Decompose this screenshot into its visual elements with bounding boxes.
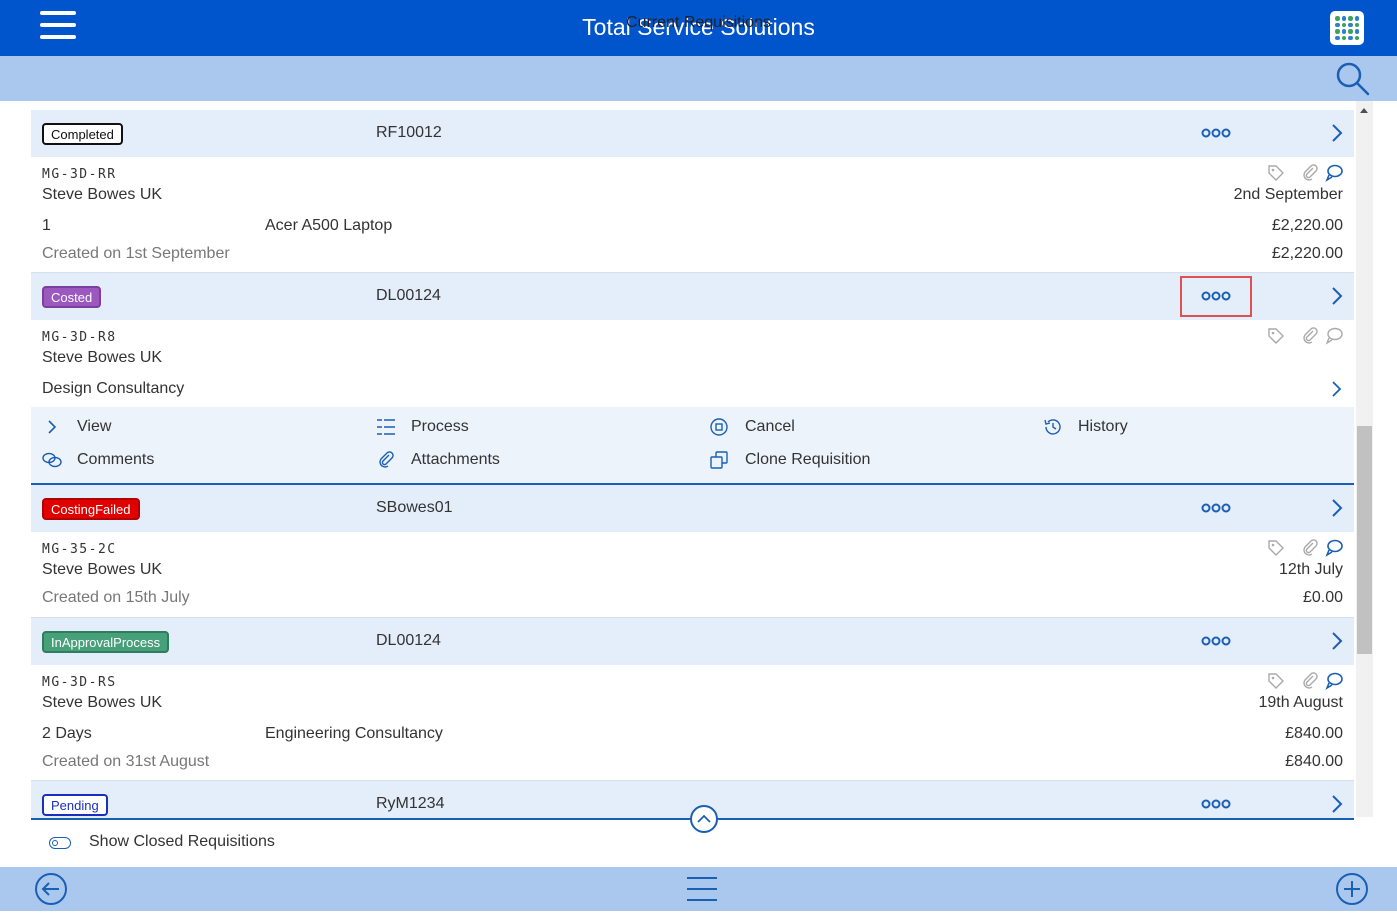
row-indicators bbox=[1244, 326, 1344, 346]
requisition-total: £0.00 bbox=[1302, 589, 1343, 606]
requisition-code: MG-3D-RS bbox=[42, 675, 117, 690]
supplier-name: Steve Bowes UK bbox=[42, 186, 163, 203]
supplier-name: Steve Bowes UK bbox=[42, 349, 163, 366]
show-closed-label: Show Closed Requisitions bbox=[89, 833, 275, 850]
line-quantity: 1 bbox=[42, 217, 51, 234]
line-description: Acer A500 Laptop bbox=[265, 217, 393, 234]
requisition-row-header[interactable]: CostingFailed SBowes01 bbox=[31, 485, 1354, 532]
supplier-name: Steve Bowes UK bbox=[42, 561, 163, 578]
requisition-ref: RyM1234 bbox=[376, 795, 445, 812]
comment-icon bbox=[1324, 326, 1344, 346]
line-total: £840.00 bbox=[1285, 725, 1343, 742]
paperclip-icon bbox=[1300, 326, 1320, 346]
row-indicators bbox=[1244, 163, 1344, 183]
more-options-icon[interactable] bbox=[1191, 794, 1241, 814]
action-menu: View Process Cancel History Comments Att… bbox=[31, 407, 1354, 485]
view-action[interactable]: View bbox=[48, 418, 112, 436]
process-action[interactable]: Process bbox=[377, 418, 469, 436]
view-label: View bbox=[77, 418, 112, 435]
requisition-ref: RF10012 bbox=[376, 124, 442, 141]
clone-requisition-label: Clone Requisition bbox=[745, 451, 871, 468]
requisition-row-header[interactable]: Completed RF10012 bbox=[31, 110, 1354, 157]
requisition-row-header[interactable]: InApprovalProcess DL00124 bbox=[31, 618, 1354, 665]
line-description: Engineering Consultancy bbox=[265, 725, 443, 742]
requisition-row-body[interactable]: MG-3D-RR Steve Bowes UK 2nd September 1 … bbox=[31, 157, 1354, 273]
comment-icon bbox=[1324, 538, 1344, 558]
chevron-right-icon[interactable] bbox=[1327, 629, 1347, 653]
tag-icon bbox=[1266, 538, 1286, 558]
page-subheader bbox=[0, 56, 1397, 101]
list-menu-icon[interactable] bbox=[685, 872, 719, 906]
comments-label: Comments bbox=[77, 451, 155, 468]
chevron-right-icon[interactable] bbox=[1327, 792, 1347, 816]
requisition-total: £840.00 bbox=[1285, 753, 1343, 770]
requisition-code: MG-35-2C bbox=[42, 542, 117, 557]
tag-icon bbox=[1266, 163, 1286, 183]
collapse-up-icon[interactable] bbox=[690, 805, 718, 833]
clone-requisition-action[interactable]: Clone Requisition bbox=[710, 451, 871, 469]
status-badge: Pending bbox=[42, 794, 108, 816]
tag-icon bbox=[1266, 671, 1286, 691]
supplier-name: Steve Bowes UK bbox=[42, 694, 163, 711]
tag-icon bbox=[1266, 326, 1286, 346]
paperclip-icon bbox=[1300, 163, 1320, 183]
back-arrow-icon[interactable] bbox=[34, 872, 68, 906]
scrollbar-thumb[interactable] bbox=[1357, 426, 1372, 654]
attachments-label: Attachments bbox=[411, 451, 500, 468]
requisition-date: 12th July bbox=[1278, 561, 1343, 578]
requisition-list: Completed RF10012 MG-3D-RR Steve Bowes U… bbox=[31, 110, 1354, 828]
paperclip-icon bbox=[1300, 671, 1320, 691]
requisition-row-body[interactable]: MG-35-2C Steve Bowes UK 12th July Create… bbox=[31, 532, 1354, 618]
status-badge: CostingFailed bbox=[42, 498, 140, 520]
created-date: Created on 31st August bbox=[42, 753, 210, 770]
row-indicators bbox=[1244, 538, 1344, 558]
add-icon[interactable] bbox=[1335, 872, 1369, 906]
attachments-action[interactable]: Attachments bbox=[379, 451, 500, 469]
chevron-right-icon[interactable] bbox=[1327, 284, 1347, 308]
history-label: History bbox=[1078, 418, 1128, 435]
requisition-row-body[interactable]: MG-3D-RS Steve Bowes UK 19th August 2 Da… bbox=[31, 665, 1354, 781]
line-quantity: 2 Days bbox=[42, 725, 92, 742]
requisition-row-header[interactable]: Costed DL00124 bbox=[31, 273, 1354, 320]
requisition-row-body[interactable]: MG-3D-R8 Steve Bowes UK Design Consultan… bbox=[31, 320, 1354, 407]
page-title: Current Requisitions bbox=[626, 14, 771, 31]
created-date: Created on 1st September bbox=[42, 245, 230, 262]
chevron-right-icon[interactable] bbox=[1329, 379, 1343, 399]
requisition-code: MG-3D-R8 bbox=[42, 330, 117, 345]
created-date: Created on 15th July bbox=[42, 589, 190, 606]
requisition-code: MG-3D-RR bbox=[42, 167, 117, 182]
cancel-label: Cancel bbox=[745, 418, 795, 435]
requisition-ref: DL00124 bbox=[376, 632, 441, 649]
process-label: Process bbox=[411, 418, 469, 435]
line-description: Design Consultancy bbox=[42, 380, 185, 397]
comments-action[interactable]: Comments bbox=[42, 451, 155, 469]
status-badge: Completed bbox=[42, 123, 123, 145]
cancel-action[interactable]: Cancel bbox=[710, 418, 795, 436]
show-closed-toggle[interactable] bbox=[49, 837, 71, 849]
line-total: £2,220.00 bbox=[1271, 217, 1343, 234]
more-options-icon[interactable] bbox=[1191, 123, 1241, 143]
requisition-total: £2,220.00 bbox=[1271, 245, 1343, 262]
status-badge: InApprovalProcess bbox=[42, 631, 170, 653]
history-action[interactable]: History bbox=[1044, 418, 1128, 436]
status-badge: Costed bbox=[42, 286, 102, 308]
search-icon[interactable] bbox=[1334, 60, 1372, 98]
comment-icon bbox=[1324, 671, 1344, 691]
requisition-date: 2nd September bbox=[1233, 186, 1343, 203]
more-options-icon[interactable] bbox=[1191, 631, 1241, 651]
paperclip-icon bbox=[1300, 538, 1320, 558]
requisition-date: 19th August bbox=[1258, 694, 1343, 711]
requisition-ref: DL00124 bbox=[376, 287, 441, 304]
comment-icon bbox=[1324, 163, 1344, 183]
row-indicators bbox=[1244, 671, 1344, 691]
more-options-icon[interactable] bbox=[1191, 498, 1241, 518]
chevron-right-icon[interactable] bbox=[1327, 496, 1347, 520]
chevron-right-icon[interactable] bbox=[1327, 121, 1347, 145]
requisition-ref: SBowes01 bbox=[376, 499, 453, 516]
scroll-up-arrow-icon[interactable] bbox=[1360, 108, 1368, 113]
highlight-box bbox=[1180, 276, 1252, 317]
